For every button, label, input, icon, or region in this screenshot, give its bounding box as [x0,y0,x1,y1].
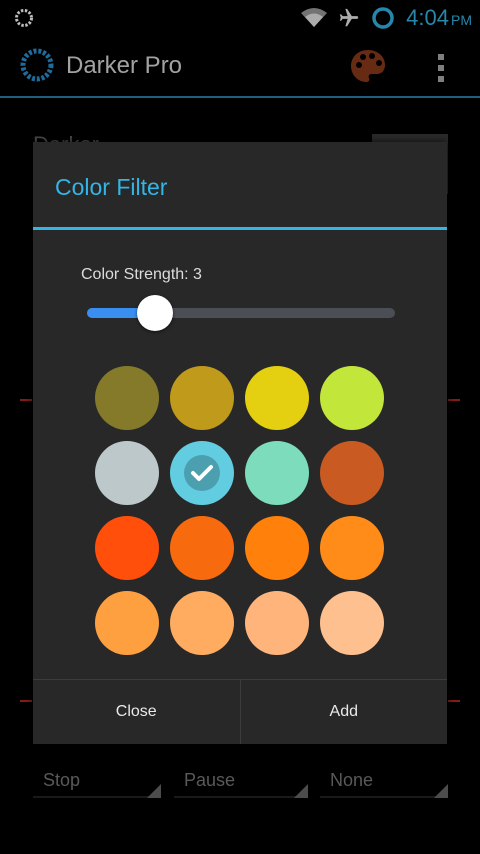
color-swatch[interactable] [170,516,234,580]
color-swatch[interactable] [320,366,384,430]
color-swatch[interactable] [95,366,159,430]
color-filter-dialog: Color Filter Color Strength: 3 Close Add [33,142,447,744]
color-swatch-grid [95,366,395,655]
color-swatch[interactable] [95,441,159,505]
add-button[interactable]: Add [239,680,448,744]
color-swatch[interactable] [320,441,384,505]
color-swatch[interactable] [95,516,159,580]
color-swatch[interactable] [245,591,309,655]
color-swatch[interactable] [320,516,384,580]
dialog-title-divider [33,227,447,230]
dialog-button-bar: Close Add [33,679,447,744]
selected-check-icon [184,455,220,491]
color-swatch[interactable] [320,591,384,655]
color-swatch[interactable] [245,516,309,580]
close-button[interactable]: Close [33,680,240,744]
color-swatch[interactable] [95,591,159,655]
color-swatch[interactable] [245,441,309,505]
color-swatch[interactable] [245,366,309,430]
color-strength-slider[interactable] [87,295,395,331]
color-swatch[interactable] [170,441,234,505]
color-strength-label: Color Strength: 3 [81,266,202,283]
screen: 4:04PM Darker Pro Darker Stop [0,0,480,854]
dialog-title: Color Filter [55,174,168,200]
color-swatch[interactable] [170,591,234,655]
color-swatch[interactable] [170,366,234,430]
slider-thumb[interactable] [137,295,173,331]
